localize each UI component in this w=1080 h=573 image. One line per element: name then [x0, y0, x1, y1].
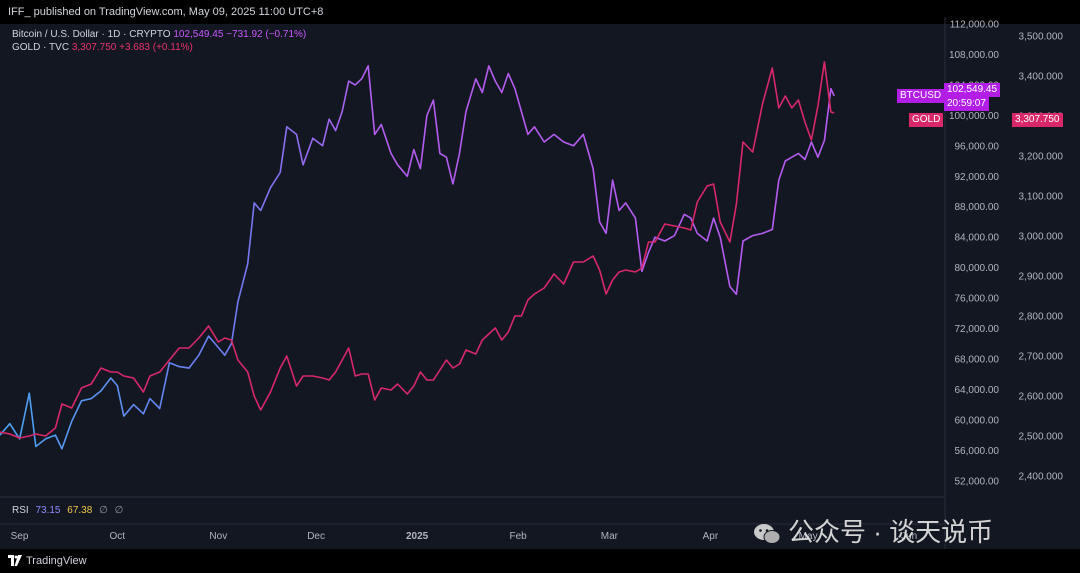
btc-axis-tick-label: 108,000.00	[949, 50, 999, 61]
btc-axis-tick-label: 80,000.00	[955, 263, 1000, 274]
gold-axis-tick-label: 3,400.000	[1019, 72, 1064, 83]
gold-axis-tick-label: 2,700.000	[1019, 352, 1064, 363]
time-axis-tick-label: Sep	[11, 531, 29, 542]
gold-price-axis[interactable]: 3,500.0003,400.0003,300.0003,200.0003,10…	[1019, 32, 1064, 483]
btc-axis-tick-label: 96,000.00	[955, 141, 1000, 152]
time-axis-tick-label: Dec	[307, 531, 325, 542]
gold-axis-tick-label: 2,500.000	[1019, 432, 1064, 443]
gold-axis-tick-label: 3,200.000	[1019, 152, 1064, 163]
series-layer	[0, 61, 835, 450]
btc-axis-tick-label: 60,000.00	[955, 415, 1000, 426]
price-chart[interactable]: 112,000.00108,000.00104,000.00100,000.00…	[0, 0, 1080, 573]
legend-btc-name: Bitcoin / U.S. Dollar · 1D · CRYPTO	[12, 29, 171, 40]
footer-brand[interactable]: TradingView	[26, 555, 87, 567]
gold-axis-tick-label: 2,400.000	[1019, 472, 1064, 483]
legend-gold-name: GOLD · TVC	[12, 42, 70, 53]
gold-series-line	[0, 61, 835, 439]
wechat-icon	[754, 524, 781, 545]
btc-axis-tick-label: 84,000.00	[955, 233, 1000, 244]
btc-axis-tick-label: 88,000.00	[955, 202, 1000, 213]
btc-axis-tick-label: 52,000.00	[955, 476, 1000, 487]
time-axis-tick-label: Apr	[703, 531, 719, 542]
btc-axis-tick-label: 56,000.00	[955, 446, 1000, 457]
gold-axis-tick-label: 2,600.000	[1019, 392, 1064, 403]
watermark-text: 公众号 · 谈天说币	[788, 517, 994, 547]
rsi-empty-1: ∅	[99, 505, 108, 516]
time-axis-tick-label: Mar	[601, 531, 619, 542]
gold-axis-tick-label: 3,100.000	[1019, 192, 1064, 203]
btc-axis-tick-label: 76,000.00	[955, 294, 1000, 305]
btc-axis-tick-label: 68,000.00	[955, 354, 1000, 365]
rsi-legend[interactable]: RSI 73.15 67.38 ∅ ∅	[12, 505, 123, 516]
btc-tag-time: 20:59:07	[944, 97, 989, 111]
tradingview-logo-icon	[8, 555, 22, 566]
legend-gold-price: 3,307.750	[71, 42, 117, 53]
btc-axis-tick-label: 64,000.00	[955, 385, 1000, 396]
gold-axis-tick-label: 3,500.000	[1019, 32, 1064, 43]
btc-axis-tick-label: 100,000.00	[949, 111, 999, 122]
legend-btc-price: 102,549.45	[173, 29, 224, 40]
wechat-watermark: 公众号 · 谈天说币	[752, 512, 993, 549]
footer-bar: TradingView	[0, 549, 1080, 573]
gold-axis-tick-label: 3,000.000	[1019, 232, 1064, 243]
btc-axis-tick-label: 112,000.00	[950, 20, 1000, 31]
rsi-value-2: 67.38	[67, 505, 93, 516]
gold-tag-label: GOLD	[909, 113, 944, 127]
rsi-empty-2: ∅	[114, 505, 124, 516]
time-axis-tick-label: Feb	[510, 531, 528, 542]
time-axis-tick-label: Nov	[209, 531, 227, 542]
legend-gold-change: +3.683 (+0.11%)	[119, 42, 193, 53]
legend-btc[interactable]: Bitcoin / U.S. Dollar · 1D · CRYPTO 102,…	[12, 28, 306, 41]
gold-tag-price: 3,307.750	[1012, 113, 1063, 127]
rsi-label: RSI	[12, 505, 29, 516]
gold-axis-tick-label: 2,800.000	[1019, 312, 1064, 323]
btc-axis-tick-label: 72,000.00	[955, 324, 1000, 335]
btc-tag-label: BTCUSD	[897, 89, 945, 103]
btc-series-line	[0, 65, 835, 450]
legend-gold[interactable]: GOLD · TVC 3,307.750 +3.683 (+0.11%)	[12, 41, 306, 54]
btc-axis-tick-label: 92,000.00	[955, 172, 1000, 183]
gold-axis-tick-label: 2,900.000	[1019, 272, 1064, 283]
legend-btc-change: −731.92 (−0.71%)	[226, 29, 307, 40]
series-legend: Bitcoin / U.S. Dollar · 1D · CRYPTO 102,…	[12, 28, 306, 54]
time-axis-tick-label: Oct	[110, 531, 126, 542]
btc-tag-price: 102,549.45	[944, 83, 1001, 97]
rsi-value-1: 73.15	[35, 505, 61, 516]
time-axis-tick-label: 2025	[406, 531, 429, 542]
